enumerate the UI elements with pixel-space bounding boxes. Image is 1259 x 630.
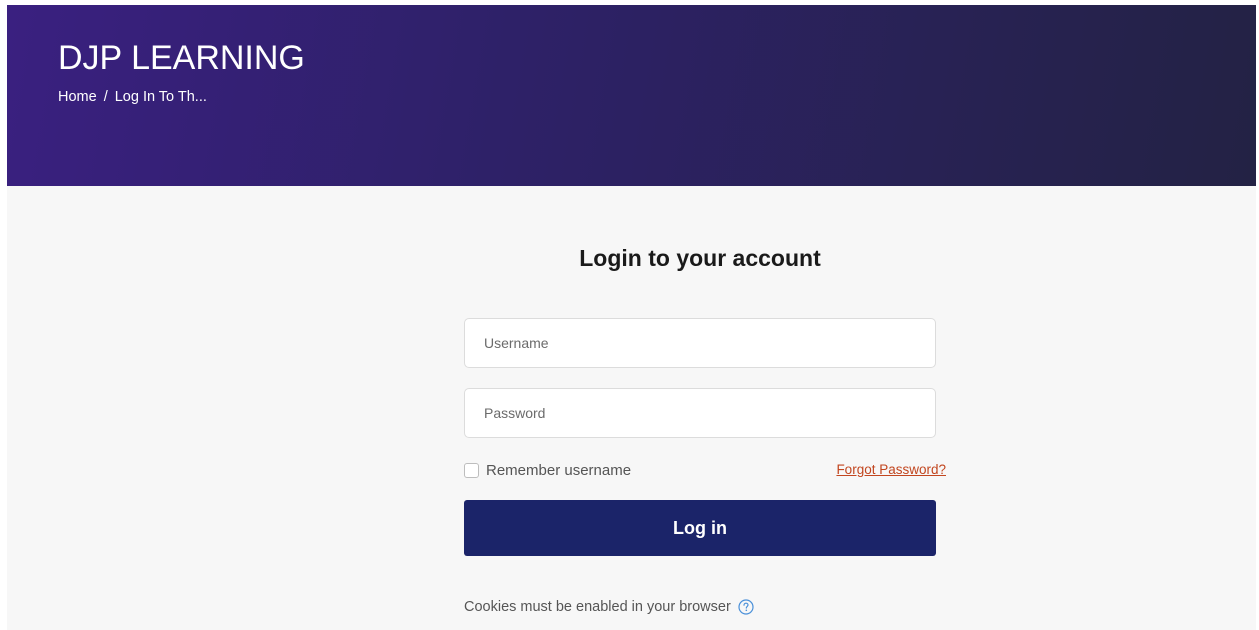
breadcrumb-home-link[interactable]: Home bbox=[58, 89, 97, 105]
login-title-wrapper: Login to your account bbox=[464, 245, 936, 272]
remember-username[interactable]: Remember username bbox=[464, 462, 631, 479]
breadcrumb-current: Log In To Th... bbox=[114, 89, 207, 105]
remember-username-label: Remember username bbox=[486, 462, 632, 479]
username-input[interactable] bbox=[464, 318, 936, 368]
login-button[interactable]: Log in bbox=[464, 500, 936, 556]
breadcrumb: Home / Log In To Th... bbox=[58, 89, 207, 105]
page-header: DJP LEARNING Home / Log In To Th... bbox=[7, 5, 1256, 186]
remember-username-checkbox[interactable] bbox=[464, 463, 479, 478]
question-circle-icon[interactable] bbox=[738, 599, 754, 615]
site-title: DJP LEARNING bbox=[58, 39, 305, 77]
cookies-notice-text: Cookies must be enabled in your browser bbox=[464, 599, 731, 615]
forgot-password-link[interactable]: Forgot Password? bbox=[836, 462, 946, 477]
password-input[interactable] bbox=[464, 388, 936, 438]
login-title: Login to your account bbox=[579, 245, 821, 271]
cookies-notice: Cookies must be enabled in your browser bbox=[464, 599, 754, 615]
breadcrumb-separator: / bbox=[103, 89, 108, 105]
